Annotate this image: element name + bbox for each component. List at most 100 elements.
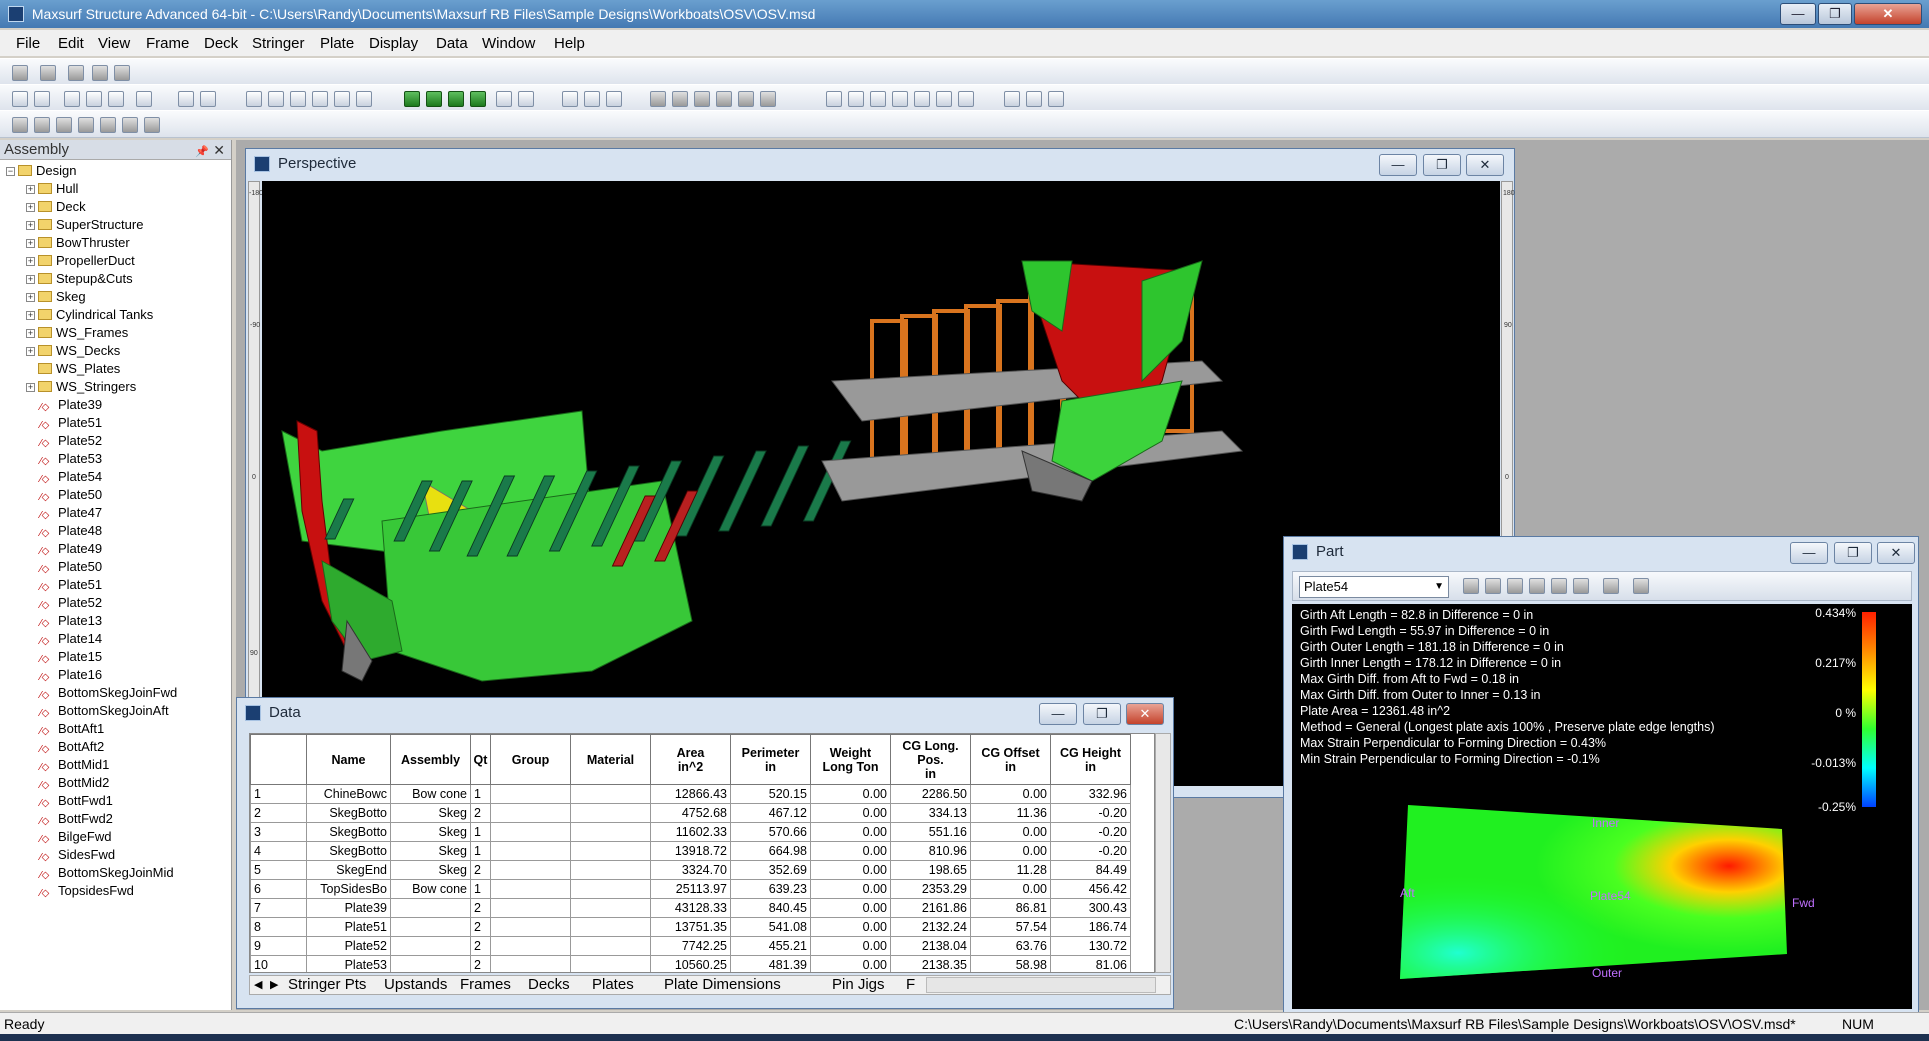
collapse-icon[interactable]: − <box>6 167 15 176</box>
table-cell[interactable]: 334.13 <box>890 803 971 823</box>
toolbar-icon[interactable] <box>56 117 72 133</box>
tree-item-plate[interactable]: ⁄◇ SidesFwd <box>40 846 115 864</box>
toolbar-icon[interactable] <box>1485 578 1501 594</box>
menu-edit[interactable]: Edit <box>58 35 84 52</box>
toolbar-icon[interactable] <box>584 91 600 107</box>
tree-item-design[interactable]: − Design <box>6 162 76 180</box>
toolbar-icon[interactable] <box>870 91 886 107</box>
table-cell[interactable]: Skeg <box>390 803 471 823</box>
table-cell[interactable]: 1 <box>470 822 491 842</box>
expand-icon[interactable]: + <box>26 221 35 230</box>
tab-decks[interactable]: Decks <box>528 976 570 994</box>
table-cell[interactable]: 0.00 <box>970 879 1051 899</box>
tree-item-plate[interactable]: ⁄◇ Plate52 <box>40 594 102 612</box>
tree-item-folder[interactable]: + Hull <box>26 180 78 198</box>
toolbar-icon[interactable] <box>1603 578 1619 594</box>
toolbar-icon[interactable] <box>1551 578 1567 594</box>
table-cell[interactable]: Skeg <box>390 822 471 842</box>
table-cell[interactable]: 481.39 <box>730 955 811 972</box>
tab-stringer-pts[interactable]: Stringer Pts <box>288 976 366 994</box>
tree-item-folder[interactable]: + Skeg <box>26 288 86 306</box>
data-close-button[interactable]: ✕ <box>1126 703 1164 725</box>
table-cell[interactable]: 57.54 <box>970 917 1051 937</box>
table-cell[interactable]: Plate39 <box>306 898 391 918</box>
column-header[interactable]: Group <box>490 734 571 785</box>
table-row[interactable]: 5 SkegEnd Skeg 2 3324.70 352.69 0.00 198.65 11.2… <box>250 860 1131 880</box>
table-cell[interactable]: 0.00 <box>810 955 891 972</box>
tree-item-plate[interactable]: ⁄◇ Plate49 <box>40 540 102 558</box>
toolbar-icon[interactable] <box>738 91 754 107</box>
tab-plates[interactable]: Plates <box>592 976 634 994</box>
table-cell[interactable]: 13918.72 <box>650 841 731 861</box>
table-cell[interactable]: 0.00 <box>810 936 891 956</box>
tree-item-plate[interactable]: ⁄◇ Plate15 <box>40 648 102 666</box>
table-cell[interactable]: SkegEnd <box>306 860 391 880</box>
expand-icon[interactable]: + <box>26 185 35 194</box>
tree-item-plate[interactable]: ⁄◇ BottMid2 <box>40 774 109 792</box>
tree-item-plate[interactable]: ⁄◇ Plate52 <box>40 432 102 450</box>
table-cell[interactable]: 541.08 <box>730 917 811 937</box>
table-cell[interactable]: Bow cone <box>390 784 471 804</box>
table-cell[interactable]: 0.00 <box>810 822 891 842</box>
table-row[interactable]: 2 SkegBotto Skeg 2 4752.68 467.12 0.00 334.13 11… <box>250 803 1131 823</box>
table-cell[interactable]: Plate51 <box>306 917 391 937</box>
table-cell[interactable]: Plate52 <box>306 936 391 956</box>
toolbar-icon[interactable] <box>650 91 666 107</box>
tree-item-plate[interactable]: ⁄◇ BottomSkegJoinAft <box>40 702 169 720</box>
tab-pin-jigs[interactable]: Pin Jigs <box>832 976 885 994</box>
tree-item-plate[interactable]: ⁄◇ BottAft2 <box>40 738 104 756</box>
column-header[interactable]: CG Long. Pos. in <box>890 734 971 785</box>
save-icon[interactable] <box>34 91 50 107</box>
minimize-button[interactable]: — <box>1780 3 1816 25</box>
menu-view[interactable]: View <box>98 35 130 52</box>
perspective-minimize-button[interactable]: — <box>1379 154 1417 176</box>
table-cell[interactable]: 11.28 <box>970 860 1051 880</box>
table-cell[interactable]: 5 <box>250 860 307 880</box>
column-header[interactable]: Weight Long Ton <box>810 734 891 785</box>
table-cell[interactable]: 300.43 <box>1050 898 1131 918</box>
layout-icon[interactable] <box>518 91 534 107</box>
tree-item-plate[interactable]: ⁄◇ Plate13 <box>40 612 102 630</box>
menu-display[interactable]: Display <box>369 35 418 52</box>
tree-item-plate[interactable]: ⁄◇ Plate54 <box>40 468 102 486</box>
table-cell[interactable]: 9 <box>250 936 307 956</box>
table-cell[interactable]: 0.00 <box>810 898 891 918</box>
table-cell[interactable] <box>570 784 651 804</box>
print-icon[interactable] <box>136 91 152 107</box>
table-cell[interactable]: 2 <box>470 936 491 956</box>
expand-icon[interactable]: + <box>26 257 35 266</box>
toolbar-icon[interactable] <box>1529 578 1545 594</box>
perspective-maximize-button[interactable]: ❐ <box>1423 154 1461 176</box>
menu-window[interactable]: Window <box>482 35 535 52</box>
column-header[interactable]: CG Offset in <box>970 734 1051 785</box>
column-header[interactable]: Qt <box>470 734 491 785</box>
table-cell[interactable]: 4752.68 <box>650 803 731 823</box>
table-cell[interactable]: 0.00 <box>970 822 1051 842</box>
redo-icon[interactable] <box>200 91 216 107</box>
table-cell[interactable]: SkegBotto <box>306 803 391 823</box>
toolbar-icon[interactable] <box>40 65 56 81</box>
table-cell[interactable]: Plate53 <box>306 955 391 972</box>
table-cell[interactable]: 3324.70 <box>650 860 731 880</box>
table-cell[interactable] <box>490 803 571 823</box>
tree-item-plate[interactable]: ⁄◇ BottMid1 <box>40 756 109 774</box>
tree-item-plate[interactable]: ⁄◇ Plate51 <box>40 414 102 432</box>
menu-help[interactable]: Help <box>554 35 585 52</box>
table-cell[interactable] <box>570 803 651 823</box>
tree-item-folder[interactable]: + WS_Decks <box>26 342 120 360</box>
table-cell[interactable]: 2132.24 <box>890 917 971 937</box>
table-cell[interactable]: SkegBotto <box>306 841 391 861</box>
menu-file[interactable]: File <box>16 35 40 52</box>
tree-item-folder[interactable]: + Stepup&Cuts <box>26 270 133 288</box>
tab-next-icon[interactable]: ▶ <box>270 976 278 994</box>
tab-frames[interactable]: Frames <box>460 976 511 994</box>
menu-plate[interactable]: Plate <box>320 35 354 52</box>
data-minimize-button[interactable]: — <box>1039 703 1077 725</box>
toolbar-icon[interactable] <box>12 65 28 81</box>
table-cell[interactable]: 2 <box>470 860 491 880</box>
toolbar-icon[interactable] <box>12 117 28 133</box>
pan-icon[interactable] <box>290 91 306 107</box>
table-cell[interactable]: ChineBowc <box>306 784 391 804</box>
table-cell[interactable]: 2286.50 <box>890 784 971 804</box>
horizontal-scrollbar[interactable] <box>926 977 1156 993</box>
